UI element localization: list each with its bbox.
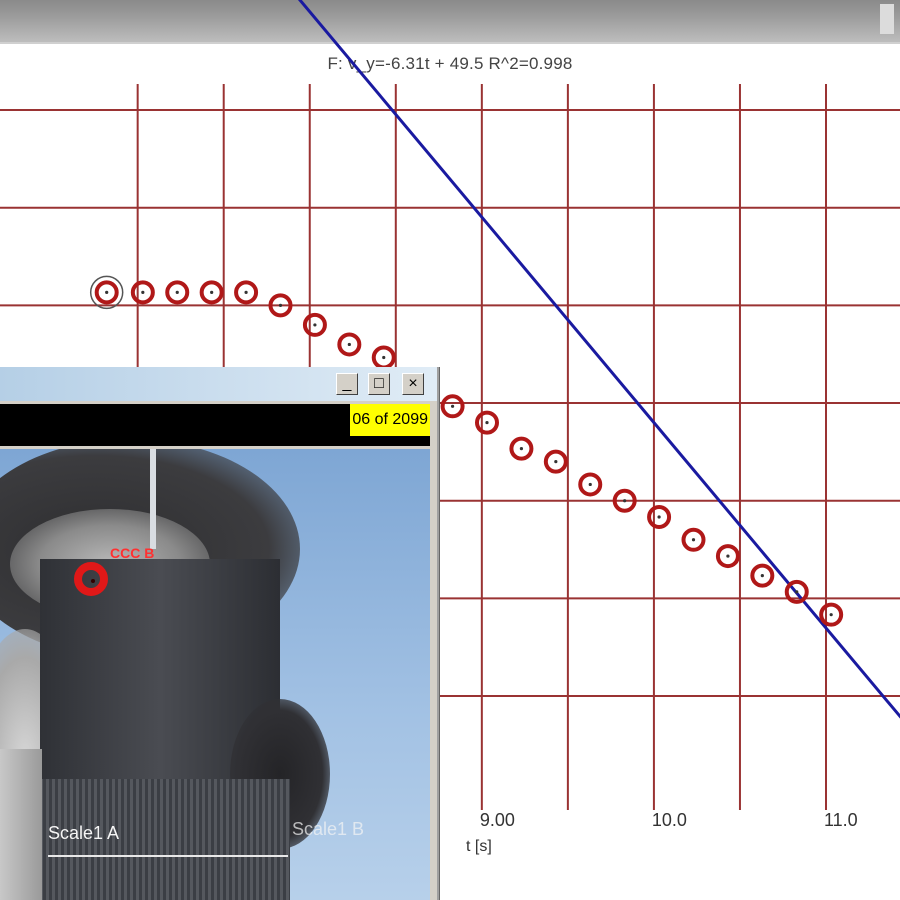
x-tick-label: 11.0: [824, 810, 858, 830]
data-point-center: [691, 538, 696, 542]
data-point-center: [726, 554, 730, 558]
data-point-center: [623, 499, 627, 503]
data-point-center: [450, 404, 455, 408]
data-point-center: [141, 290, 145, 294]
data-point-center: [382, 355, 386, 360]
data-point-center: [485, 420, 489, 425]
scale-a-label: Scale1 A: [48, 823, 120, 843]
data-point-center: [760, 573, 764, 578]
data-point-center: [829, 613, 833, 617]
data-point-center: [244, 290, 248, 294]
x-axis-label: t [s]: [466, 838, 492, 855]
data-point-center: [347, 342, 351, 347]
point-label: CCC B: [110, 545, 155, 561]
frame-counter: 06 of 2099: [350, 404, 430, 436]
minimize-button[interactable]: _: [336, 373, 358, 395]
data-point-center: [519, 447, 524, 451]
x-tick-label: 10.0: [651, 810, 687, 830]
close-button[interactable]: ×: [402, 373, 424, 395]
scale-b-label: Scale1 B: [292, 819, 365, 839]
data-point-center: [554, 460, 558, 464]
data-point-center: [210, 290, 214, 294]
data-point-center: [795, 590, 799, 594]
antenna-mast: [150, 449, 156, 549]
tracking-marker[interactable]: [74, 562, 108, 596]
data-point-center: [657, 515, 661, 519]
video-toolbar: 06 of 2099: [0, 404, 430, 446]
data-point-center: [278, 303, 283, 307]
video-frame[interactable]: CCC B Scale1 A Scale1 B: [0, 449, 430, 900]
data-point-center: [313, 323, 317, 327]
lower-building: [0, 749, 42, 900]
video-window[interactable]: _ □ × 06 of 2099 CCC B Scale1 A Scale1 B: [0, 367, 439, 900]
x-tick-label: 9.00: [479, 810, 515, 830]
data-point-center: [105, 290, 109, 294]
scale-line[interactable]: [48, 855, 288, 857]
maximize-button[interactable]: □: [368, 373, 390, 395]
data-point-center: [175, 290, 179, 294]
data-point-center: [588, 482, 592, 487]
